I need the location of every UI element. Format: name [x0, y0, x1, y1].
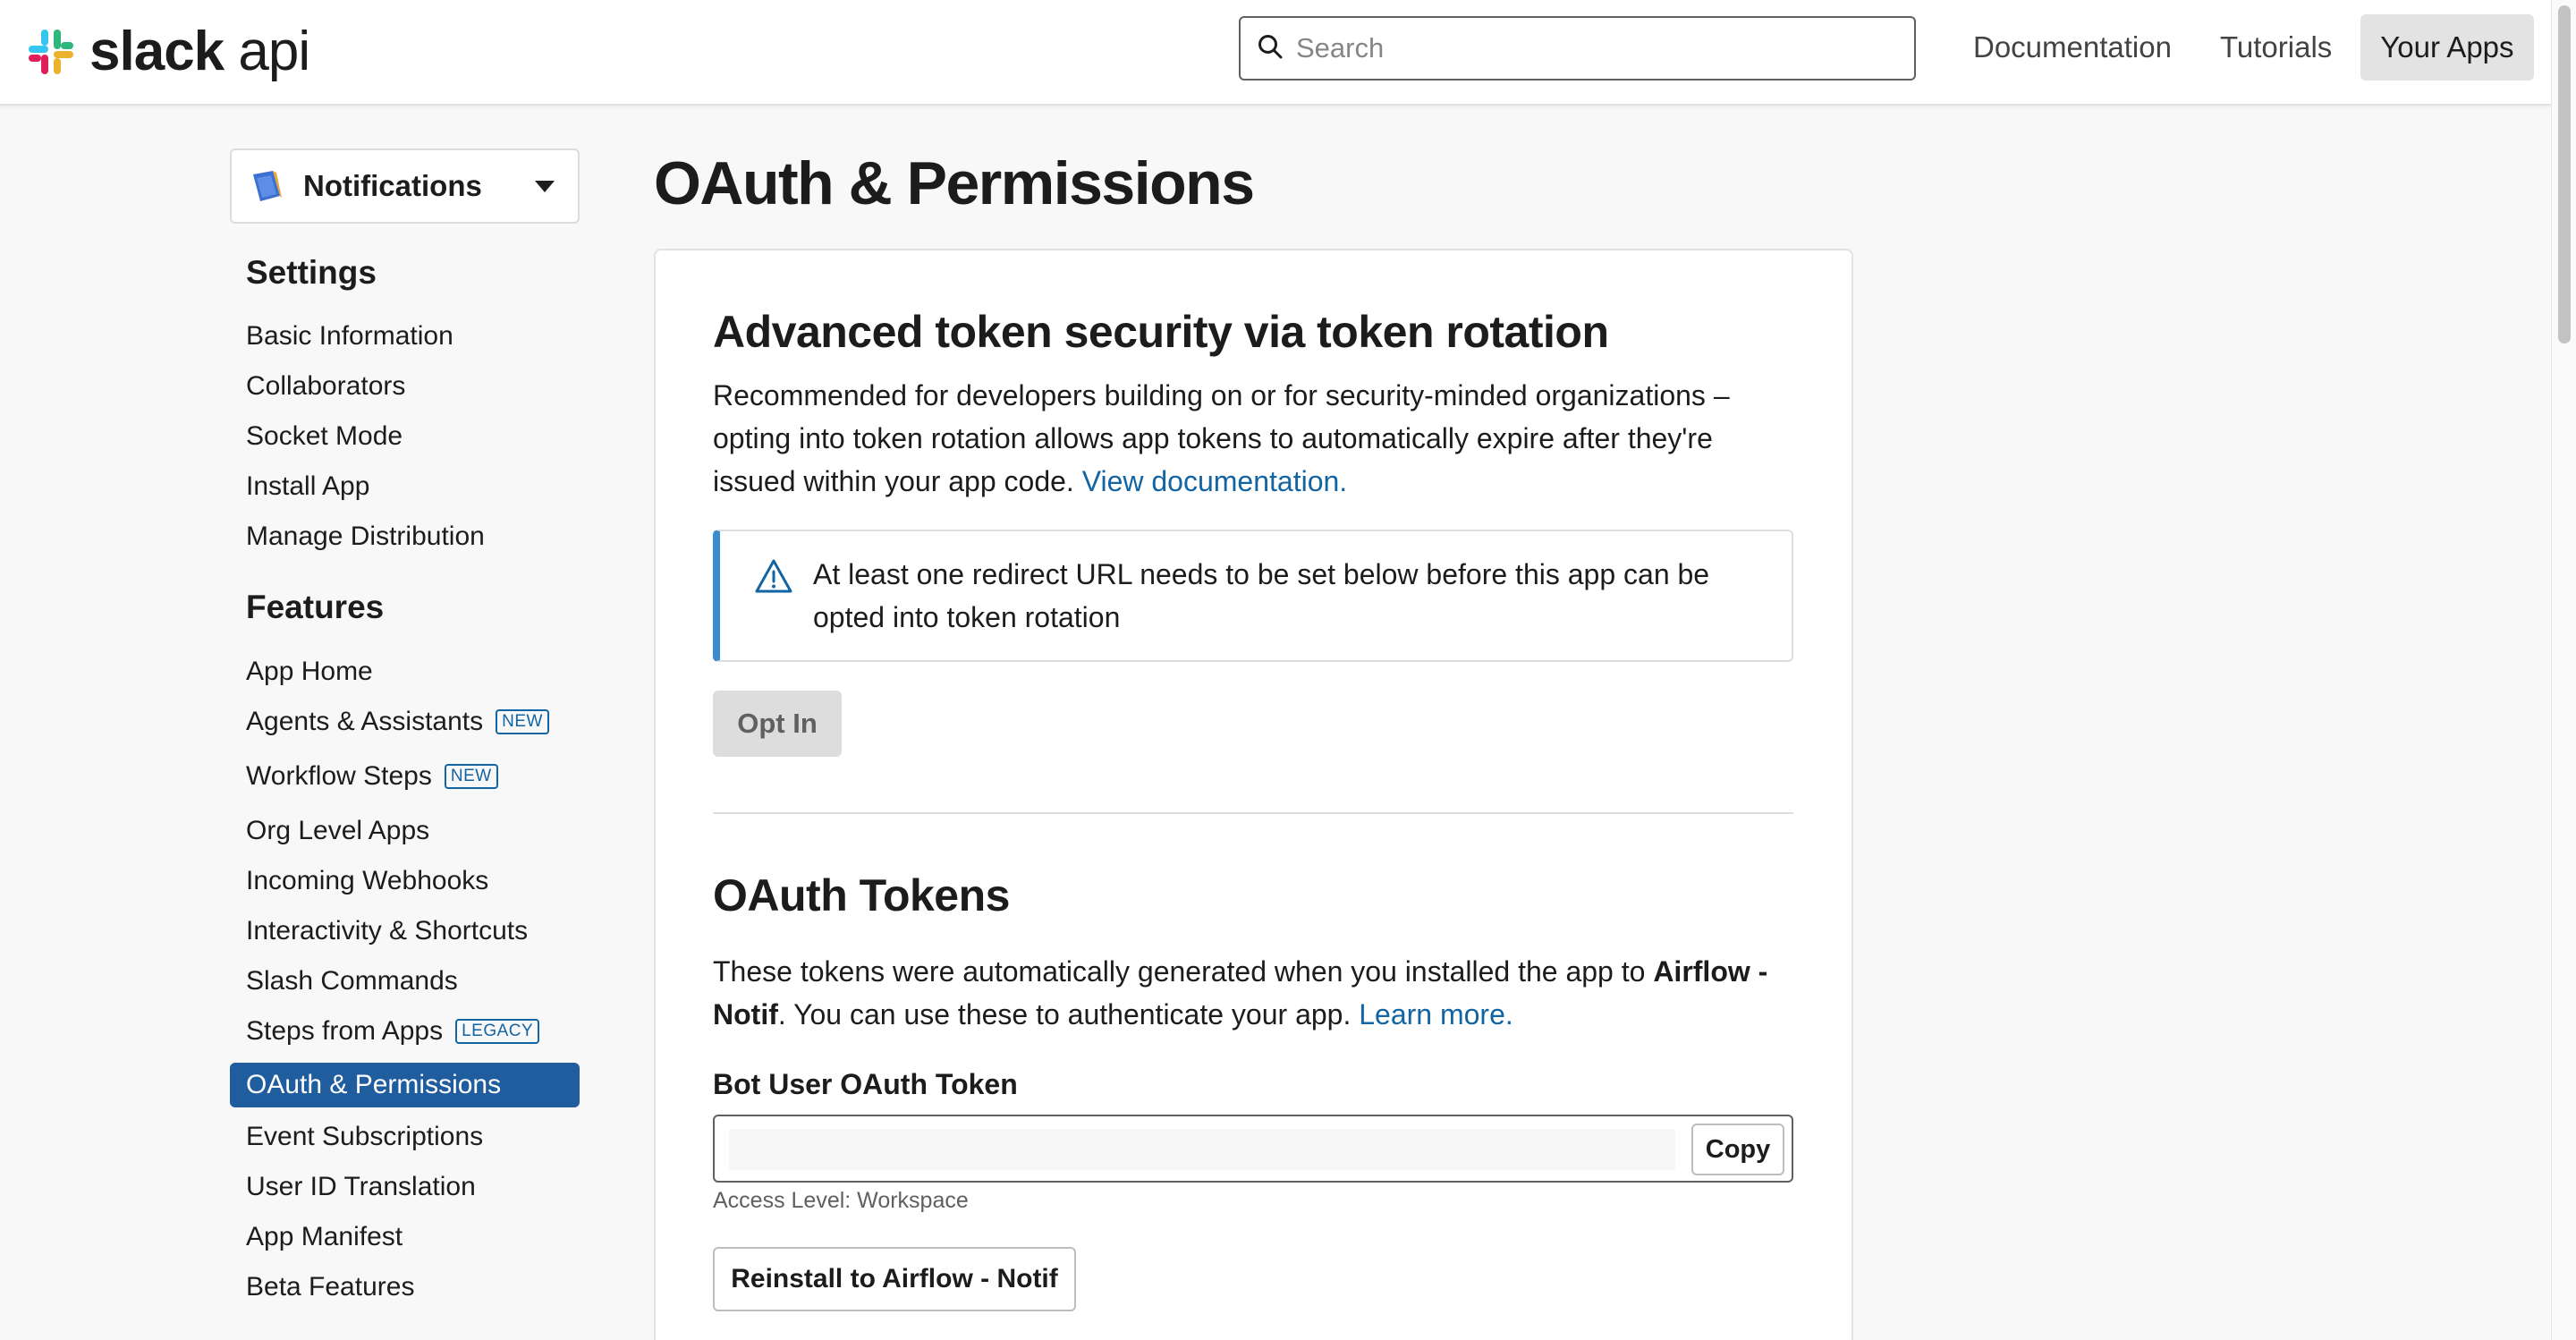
sidebar-item-label: Interactivity & Shortcuts [246, 916, 529, 946]
learn-more-link[interactable]: Learn more. [1359, 998, 1513, 1030]
sidebar-item-socket-mode[interactable]: Socket Mode [230, 414, 580, 459]
legacy-badge: LEGACY [455, 1019, 540, 1044]
sidebar-item-interactivity-shortcuts[interactable]: Interactivity & Shortcuts [230, 909, 580, 954]
sidebar-item-label: App Home [246, 657, 373, 686]
top-header: slack api Documentation Tutorials Your A… [0, 0, 2551, 106]
sidebar-item-label: Org Level Apps [246, 816, 430, 845]
sidebar-item-basic-information[interactable]: Basic Information [230, 314, 580, 359]
token-rotation-heading: Advanced token security via token rotati… [713, 307, 1609, 357]
copy-token-button[interactable]: Copy [1691, 1124, 1784, 1175]
sidebar-item-label: Beta Features [246, 1272, 415, 1302]
nav-documentation[interactable]: Documentation [1953, 14, 2191, 81]
sidebar-item-label: Incoming Webhooks [246, 866, 489, 895]
sidebar-item-label: User ID Translation [246, 1172, 476, 1201]
alert-message: At least one redirect URL needs to be se… [813, 558, 1710, 633]
bot-token-label: Bot User OAuth Token [713, 1068, 1018, 1100]
sidebar-item-agents-assistants[interactable]: Agents & Assistants NEW [230, 700, 580, 744]
sidebar-item-workflow-steps[interactable]: Workflow Steps NEW [230, 754, 580, 799]
sidebar-item-label: Install App [246, 471, 370, 501]
sidebar-item-collaborators[interactable]: Collaborators [230, 364, 580, 409]
sidebar-item-label: Basic Information [246, 321, 453, 351]
opt-in-button[interactable]: Opt In [713, 691, 842, 757]
sidebar-item-oauth-permissions[interactable]: OAuth & Permissions [230, 1063, 580, 1107]
sidebar-item-label: Workflow Steps [246, 761, 432, 791]
token-rotation-description: Recommended for developers building on o… [713, 379, 1730, 497]
logo-text: slack api [89, 21, 310, 82]
redirect-url-alert: At least one redirect URL needs to be se… [713, 530, 1793, 662]
sidebar-item-label: Slash Commands [246, 966, 458, 996]
new-badge: NEW [496, 709, 549, 734]
top-nav: Documentation Tutorials Your Apps [1953, 14, 2534, 81]
sidebar-item-beta-features[interactable]: Beta Features [230, 1265, 580, 1310]
sidebar-item-steps-from-apps[interactable]: Steps from Apps LEGACY [230, 1009, 580, 1054]
oauth-tokens-heading: OAuth Tokens [713, 870, 1010, 920]
reinstall-button[interactable]: Reinstall to Airflow - Notif [713, 1247, 1076, 1311]
sidebar-item-label: Steps from Apps [246, 1016, 444, 1046]
sidebar-item-user-id-translation[interactable]: User ID Translation [230, 1165, 580, 1209]
sidebar-item-org-level-apps[interactable]: Org Level Apps [230, 809, 580, 853]
search-input[interactable] [1296, 32, 1868, 64]
warning-icon [754, 558, 793, 594]
sidebar-item-manage-distribution[interactable]: Manage Distribution [230, 514, 580, 559]
app-name: Notifications [303, 169, 482, 202]
sidebar-item-event-subscriptions[interactable]: Event Subscriptions [230, 1115, 580, 1159]
scrollbar-thumb[interactable] [2558, 5, 2571, 343]
page-title: OAuth & Permissions [654, 149, 1255, 217]
sidebar-item-label: Event Subscriptions [246, 1122, 484, 1151]
slack-logo-icon [25, 26, 77, 78]
section-divider [713, 812, 1793, 814]
search-box[interactable] [1239, 16, 1916, 81]
sidebar-item-label: Manage Distribution [246, 522, 485, 551]
oauth-tokens-description: These tokens were automatically generate… [713, 955, 1768, 1030]
search-icon [1257, 33, 1284, 64]
sidebar-item-install-app[interactable]: Install App [230, 464, 580, 509]
sidebar-item-label: Socket Mode [246, 421, 403, 451]
sidebar-item-label: Agents & Assistants [246, 707, 484, 736]
sidebar-item-label: App Manifest [246, 1222, 403, 1251]
slack-api-logo[interactable]: slack api [25, 20, 310, 83]
view-documentation-link[interactable]: View documentation. [1082, 465, 1347, 497]
sidebar-item-label: OAuth & Permissions [246, 1070, 502, 1099]
sidebar-item-app-home[interactable]: App Home [230, 649, 580, 694]
bot-token-field: Copy [713, 1115, 1793, 1183]
sidebar-item-label: Collaborators [246, 371, 406, 401]
app-selector-dropdown[interactable]: Notifications [230, 148, 580, 224]
settings-heading: Settings [246, 254, 377, 291]
sidebar-item-app-manifest[interactable]: App Manifest [230, 1215, 580, 1259]
access-level-text: Access Level: Workspace [713, 1188, 969, 1213]
chevron-down-icon [535, 180, 555, 192]
nav-your-apps[interactable]: Your Apps [2360, 14, 2534, 81]
nav-tutorials[interactable]: Tutorials [2200, 14, 2351, 81]
sidebar-item-slash-commands[interactable]: Slash Commands [230, 959, 580, 1004]
features-heading: Features [246, 589, 385, 625]
sidebar-item-incoming-webhooks[interactable]: Incoming Webhooks [230, 859, 580, 903]
app-book-icon [250, 169, 284, 203]
new-badge: NEW [444, 764, 498, 789]
bot-token-input[interactable] [729, 1129, 1675, 1170]
